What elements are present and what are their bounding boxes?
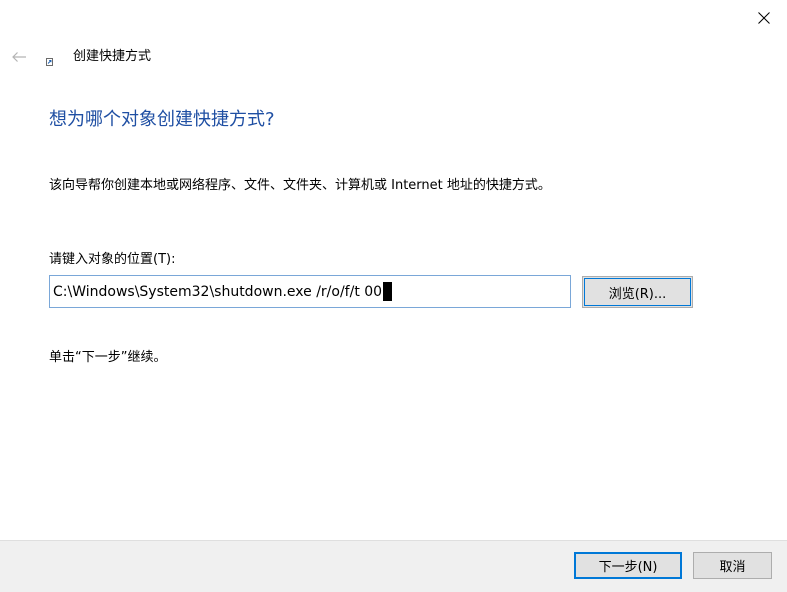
wizard-title: 创建快捷方式	[73, 49, 152, 64]
location-input-value: C:\Windows\System32\shutdown.exe /r/o/f/…	[53, 283, 383, 300]
next-button[interactable]: 下一步(N)	[574, 552, 682, 579]
location-input[interactable]: C:\Windows\System32\shutdown.exe /r/o/f/…	[49, 275, 571, 308]
back-arrow-icon	[12, 52, 26, 62]
shortcut-icon	[46, 58, 53, 66]
wizard-description: 该向导帮你创建本地或网络程序、文件、文件夹、计算机或 Internet 地址的快…	[49, 178, 551, 193]
cancel-button[interactable]: 取消	[693, 552, 772, 579]
continue-hint: 单击“下一步”继续。	[49, 350, 167, 365]
browse-button[interactable]: 浏览(R)...	[582, 276, 693, 308]
text-cursor	[383, 282, 393, 301]
back-button[interactable]	[6, 44, 32, 70]
location-label: 请键入对象的位置(T):	[49, 252, 176, 267]
create-shortcut-window: 创建快捷方式 想为哪个对象创建快捷方式? 该向导帮你创建本地或网络程序、文件、文…	[0, 0, 787, 592]
close-button[interactable]	[741, 0, 787, 36]
wizard-footer: 下一步(N) 取消	[0, 540, 787, 592]
wizard-header: 创建快捷方式	[0, 44, 787, 70]
close-icon	[758, 12, 770, 24]
page-heading: 想为哪个对象创建快捷方式?	[49, 109, 275, 130]
